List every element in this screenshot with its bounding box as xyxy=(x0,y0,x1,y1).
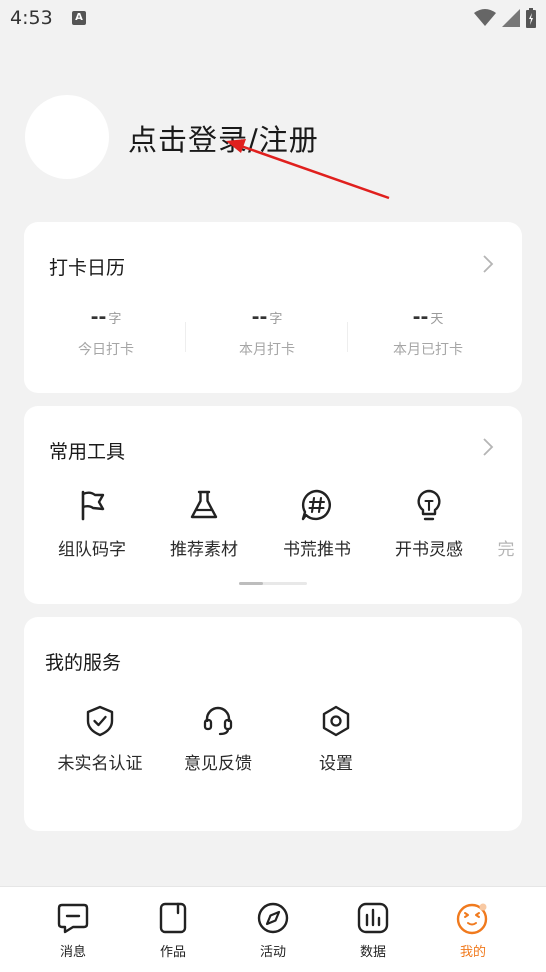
nav-label: 作品 xyxy=(159,945,186,960)
nav-works[interactable]: 作品 xyxy=(123,901,223,960)
card-title: 我的服务 xyxy=(45,652,122,674)
compass-icon xyxy=(257,902,289,934)
tool-recommended-material[interactable]: 推荐素材 xyxy=(148,488,260,560)
status-bar: 4:53 A xyxy=(0,0,546,36)
status-icons xyxy=(474,8,536,28)
face-icon xyxy=(456,903,488,935)
chart-icon xyxy=(357,902,389,934)
book-icon xyxy=(159,902,187,934)
divider xyxy=(185,322,186,352)
service-settings[interactable]: 设置 xyxy=(281,705,391,774)
tool-label: 书荒推书 xyxy=(283,540,351,560)
wifi-icon xyxy=(474,9,496,26)
signal-icon xyxy=(502,9,520,27)
stat-month-days: -- 天 本月已打卡 xyxy=(348,306,508,359)
stat-label: 本月已打卡 xyxy=(393,342,463,358)
avatar[interactable] xyxy=(25,95,109,179)
tool-label: 完 xyxy=(497,540,515,560)
chevron-right-icon[interactable] xyxy=(482,437,494,457)
service-label: 意见反馈 xyxy=(184,754,252,774)
message-icon xyxy=(57,903,89,934)
nav-activities[interactable]: 活动 xyxy=(223,901,323,960)
nav-label: 我的 xyxy=(459,945,486,960)
stat-today: -- 字 今日打卡 xyxy=(26,306,186,359)
status-time: 4:53 xyxy=(10,7,53,29)
login-register-link[interactable]: 点击登录/注册 xyxy=(128,117,319,159)
tools-scroll-indicator xyxy=(239,582,307,585)
hashtag-chat-icon xyxy=(301,489,331,521)
card-title: 打卡日历 xyxy=(49,257,126,279)
stat-unit: 字 xyxy=(269,312,283,327)
service-verification[interactable]: 未实名认证 xyxy=(45,705,155,774)
nav-data[interactable]: 数据 xyxy=(323,901,423,960)
bottom-nav: 消息 作品 活动 数据 我的 xyxy=(0,886,546,972)
flask-icon xyxy=(190,490,218,519)
nav-messages[interactable]: 消息 xyxy=(23,901,123,960)
shield-check-icon xyxy=(86,705,114,737)
nav-mine[interactable]: 我的 xyxy=(423,901,523,960)
nav-label: 数据 xyxy=(359,945,386,960)
tool-partial-next[interactable]: 完 xyxy=(441,488,522,560)
stat-value: -- xyxy=(90,306,107,328)
flag-icon xyxy=(81,490,105,521)
stat-value: -- xyxy=(251,306,268,328)
stat-label: 今日打卡 xyxy=(78,342,134,358)
tool-label: 推荐素材 xyxy=(170,540,238,560)
nav-label: 活动 xyxy=(259,945,286,960)
tool-team-writing[interactable]: 组队码字 xyxy=(36,488,148,560)
tool-label: 组队码字 xyxy=(58,540,126,560)
stat-unit: 天 xyxy=(430,312,444,327)
notification-app-icon: A xyxy=(72,11,86,25)
card-title: 常用工具 xyxy=(49,441,126,463)
nav-label: 消息 xyxy=(59,945,86,960)
headset-icon xyxy=(203,706,233,736)
common-tools-card: 常用工具 组队码字 推荐素材 书荒推书 开书灵感 完 xyxy=(24,406,522,604)
tool-book-recommend[interactable]: 书荒推书 xyxy=(261,488,373,560)
scroll-thumb xyxy=(239,582,263,585)
stat-label: 本月打卡 xyxy=(239,342,295,358)
my-services-card: 我的服务 未实名认证 意见反馈 设置 xyxy=(24,617,522,831)
chevron-right-icon[interactable] xyxy=(482,254,494,274)
stat-value: -- xyxy=(412,306,429,328)
service-feedback[interactable]: 意见反馈 xyxy=(163,705,273,774)
service-label: 设置 xyxy=(319,754,353,774)
battery-icon xyxy=(526,8,536,28)
service-label: 未实名认证 xyxy=(57,754,143,774)
stat-month: -- 字 本月打卡 xyxy=(187,306,347,359)
checkin-calendar-card[interactable]: 打卡日历 -- 字 今日打卡 -- 字 本月打卡 -- 天 本月已打卡 xyxy=(24,222,522,393)
stat-unit: 字 xyxy=(108,312,122,327)
settings-hex-icon xyxy=(322,705,350,737)
